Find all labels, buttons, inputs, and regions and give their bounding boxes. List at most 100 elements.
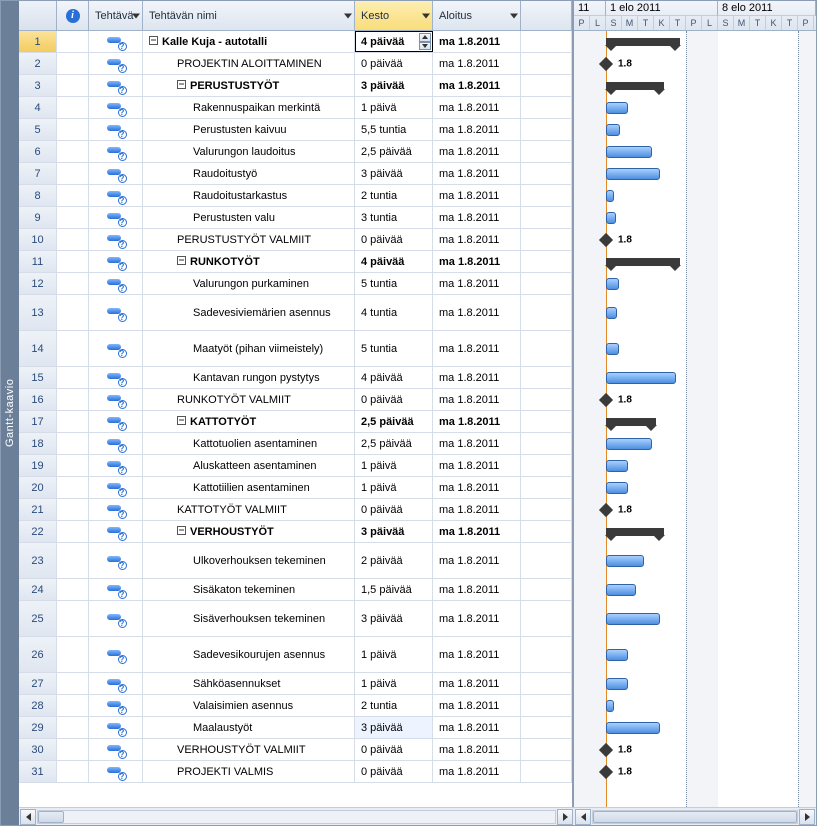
table-row[interactable]: 9?Perustusten valu3 tuntiama 1.8.2011 xyxy=(19,207,572,229)
col-duration[interactable]: Kesto xyxy=(355,1,433,30)
collapse-icon[interactable] xyxy=(177,416,186,425)
row-number[interactable]: 31 xyxy=(19,761,57,782)
row-number[interactable]: 13 xyxy=(19,295,57,330)
task-name-cell[interactable]: Kattotiilien asentaminen xyxy=(143,477,355,498)
task-bar[interactable] xyxy=(606,722,660,734)
table-row[interactable]: 30?VERHOUSTYÖT VALMIIT0 päivääma 1.8.201… xyxy=(19,739,572,761)
row-number[interactable]: 22 xyxy=(19,521,57,542)
spinner[interactable] xyxy=(419,33,431,50)
task-name-cell[interactable]: VERHOUSTYÖT xyxy=(143,521,355,542)
row-number[interactable]: 21 xyxy=(19,499,57,520)
task-name-cell[interactable]: VERHOUSTYÖT VALMIIT xyxy=(143,739,355,760)
col-start[interactable]: Aloitus xyxy=(433,1,521,30)
table-row[interactable]: 26?Sadevesikourujen asennus1 päiväma 1.8… xyxy=(19,637,572,673)
task-name-cell[interactable]: Raudoitustyö xyxy=(143,163,355,184)
table-row[interactable]: 14?Maatyöt (pihan viimeistely)5 tuntiama… xyxy=(19,331,572,367)
row-number[interactable]: 14 xyxy=(19,331,57,366)
task-mode-cell[interactable]: ? xyxy=(89,141,143,162)
task-name-cell[interactable]: Valurungon purkaminen xyxy=(143,273,355,294)
summary-bar[interactable] xyxy=(606,38,680,46)
duration-cell[interactable]: 0 päivää xyxy=(355,229,433,250)
row-number[interactable]: 23 xyxy=(19,543,57,578)
milestone-icon[interactable] xyxy=(599,392,613,406)
scroll-left-button[interactable] xyxy=(20,809,36,825)
gantt-row[interactable] xyxy=(574,673,816,695)
table-row[interactable]: 28?Valaisimien asennus2 tuntiama 1.8.201… xyxy=(19,695,572,717)
task-mode-cell[interactable]: ? xyxy=(89,739,143,760)
scroll-right-button[interactable] xyxy=(799,809,815,825)
table-row[interactable]: 24?Sisäkaton tekeminen1,5 päivääma 1.8.2… xyxy=(19,579,572,601)
table-row[interactable]: 12?Valurungon purkaminen5 tuntiama 1.8.2… xyxy=(19,273,572,295)
task-bar[interactable] xyxy=(606,584,636,596)
table-row[interactable]: 23?Ulkoverhouksen tekeminen2 päivääma 1.… xyxy=(19,543,572,579)
task-mode-cell[interactable]: ? xyxy=(89,761,143,782)
gantt-row[interactable] xyxy=(574,433,816,455)
task-bar[interactable] xyxy=(606,168,660,180)
gantt-row[interactable]: 1.8 xyxy=(574,53,816,75)
start-cell[interactable]: ma 1.8.2011 xyxy=(433,295,521,330)
task-name-cell[interactable]: Ulkoverhouksen tekeminen xyxy=(143,543,355,578)
gantt-row[interactable] xyxy=(574,97,816,119)
start-cell[interactable]: ma 1.8.2011 xyxy=(433,455,521,476)
table-row[interactable]: 8?Raudoitustarkastus2 tuntiama 1.8.2011 xyxy=(19,185,572,207)
milestone-icon[interactable] xyxy=(599,764,613,778)
duration-cell[interactable]: 1,5 päivää xyxy=(355,579,433,600)
start-cell[interactable]: ma 1.8.2011 xyxy=(433,521,521,542)
duration-cell[interactable]: 2,5 päivää xyxy=(355,411,433,432)
task-mode-cell[interactable]: ? xyxy=(89,229,143,250)
table-row[interactable]: 3?PERUSTUSTYÖT3 päivääma 1.8.2011 xyxy=(19,75,572,97)
task-bar[interactable] xyxy=(606,124,620,136)
duration-cell[interactable]: 3 päivää xyxy=(355,521,433,542)
table-row[interactable]: 29?Maalaustyöt3 päivääma 1.8.2011 xyxy=(19,717,572,739)
start-cell[interactable]: ma 1.8.2011 xyxy=(433,367,521,388)
start-cell[interactable]: ma 1.8.2011 xyxy=(433,761,521,782)
col-extra[interactable] xyxy=(521,1,572,30)
task-mode-cell[interactable]: ? xyxy=(89,717,143,738)
task-mode-cell[interactable]: ? xyxy=(89,367,143,388)
row-number[interactable]: 3 xyxy=(19,75,57,96)
start-cell[interactable]: ma 1.8.2011 xyxy=(433,637,521,672)
gantt-row[interactable] xyxy=(574,637,816,673)
start-cell[interactable]: ma 1.8.2011 xyxy=(433,601,521,636)
row-number[interactable]: 29 xyxy=(19,717,57,738)
task-name-cell[interactable]: Sisäkaton tekeminen xyxy=(143,579,355,600)
collapse-icon[interactable] xyxy=(177,526,186,535)
gantt-row[interactable] xyxy=(574,543,816,579)
task-bar[interactable] xyxy=(606,678,628,690)
task-bar[interactable] xyxy=(606,102,628,114)
task-bar[interactable] xyxy=(606,555,644,567)
task-name-cell[interactable]: Kantavan rungon pystytys xyxy=(143,367,355,388)
duration-cell[interactable]: 4 päivää xyxy=(355,251,433,272)
task-name-cell[interactable]: PROJEKTI VALMIS xyxy=(143,761,355,782)
task-mode-cell[interactable]: ? xyxy=(89,455,143,476)
start-cell[interactable]: ma 1.8.2011 xyxy=(433,53,521,74)
start-cell[interactable]: ma 1.8.2011 xyxy=(433,141,521,162)
row-number[interactable]: 1 xyxy=(19,31,57,52)
gantt-row[interactable]: 1.8 xyxy=(574,739,816,761)
task-mode-cell[interactable]: ? xyxy=(89,251,143,272)
row-number[interactable]: 9 xyxy=(19,207,57,228)
row-number[interactable]: 15 xyxy=(19,367,57,388)
task-mode-cell[interactable]: ? xyxy=(89,75,143,96)
task-name-cell[interactable]: Maatyöt (pihan viimeistely) xyxy=(143,331,355,366)
row-number[interactable]: 4 xyxy=(19,97,57,118)
task-mode-cell[interactable]: ? xyxy=(89,477,143,498)
start-cell[interactable]: ma 1.8.2011 xyxy=(433,695,521,716)
milestone-icon[interactable] xyxy=(599,56,613,70)
table-row[interactable]: 22?VERHOUSTYÖT3 päivääma 1.8.2011 xyxy=(19,521,572,543)
row-number[interactable]: 17 xyxy=(19,411,57,432)
task-bar[interactable] xyxy=(606,700,614,712)
table-row[interactable]: 27?Sähköasennukset1 päiväma 1.8.2011 xyxy=(19,673,572,695)
task-mode-cell[interactable]: ? xyxy=(89,521,143,542)
table-row[interactable]: 16?RUNKOTYÖT VALMIIT0 päivääma 1.8.2011 xyxy=(19,389,572,411)
table-row[interactable]: 7?Raudoitustyö3 päivääma 1.8.2011 xyxy=(19,163,572,185)
gantt-chart[interactable]: 11 1 elo 2011 8 elo 2011 PLSMTKTPLSMTKTP… xyxy=(574,1,816,807)
gantt-row[interactable]: 1.8 xyxy=(574,499,816,521)
task-mode-cell[interactable]: ? xyxy=(89,273,143,294)
task-bar[interactable] xyxy=(606,482,628,494)
task-mode-cell[interactable]: ? xyxy=(89,543,143,578)
duration-cell[interactable]: 0 päivää xyxy=(355,53,433,74)
spinner-up[interactable] xyxy=(419,33,431,42)
duration-cell[interactable]: 2 päivää xyxy=(355,543,433,578)
start-cell[interactable]: ma 1.8.2011 xyxy=(433,389,521,410)
